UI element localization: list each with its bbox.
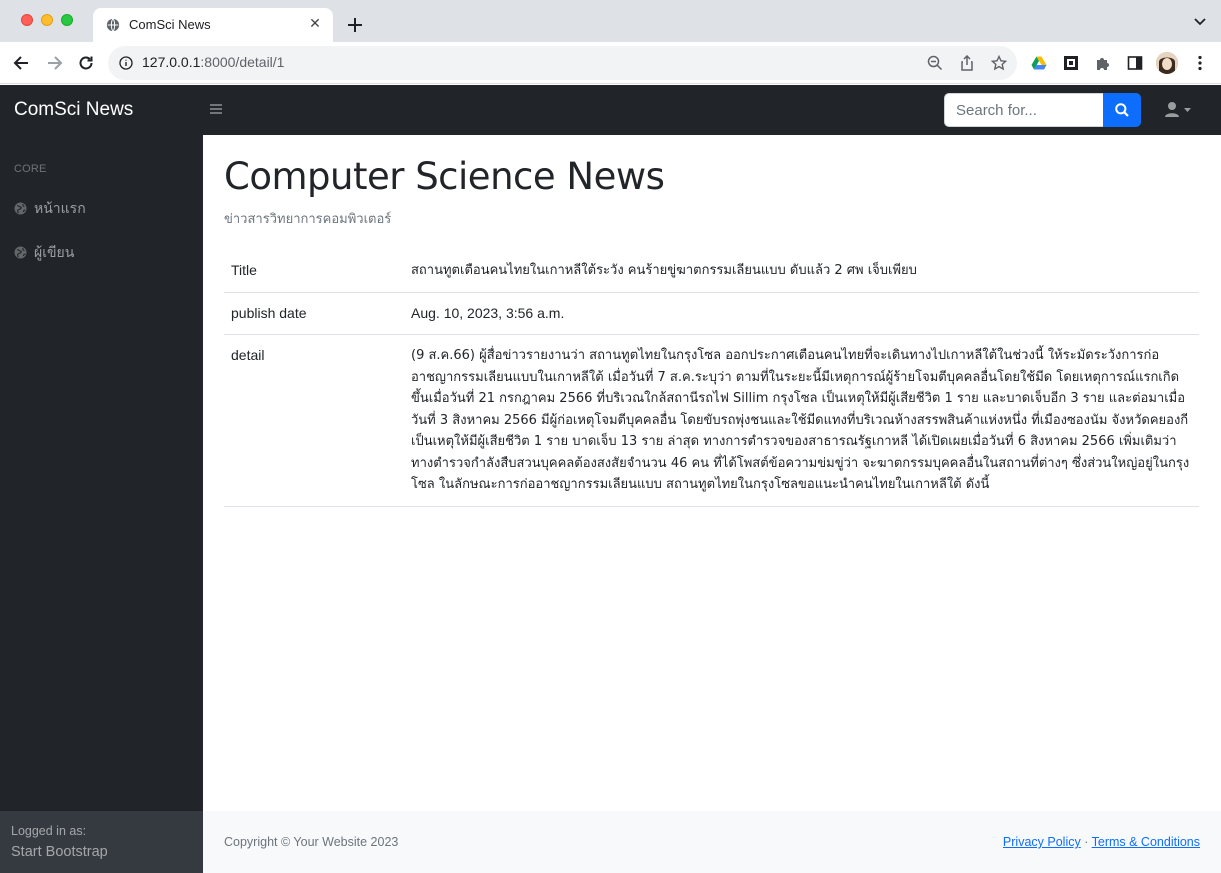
row-key: detail <box>224 334 404 507</box>
terms-link[interactable]: Terms & Conditions <box>1092 835 1200 849</box>
navbar-brand[interactable]: ComSci News <box>14 99 133 121</box>
browser-tab[interactable]: ComSci News ✕ <box>93 8 333 42</box>
sidebar-item-label: หน้าแรก <box>34 201 86 217</box>
star-icon[interactable] <box>991 55 1007 71</box>
page-title: Computer Science News <box>224 155 665 198</box>
user-dropdown-icon[interactable] <box>1163 101 1193 119</box>
footer-separator: · <box>1084 835 1089 849</box>
url-text[interactable]: 127.0.0.1:8000/detail/1 <box>142 54 284 70</box>
table-row: publish date Aug. 10, 2023, 3:56 a.m. <box>224 292 1199 335</box>
privacy-policy-link[interactable]: Privacy Policy <box>1003 835 1081 849</box>
globe-icon <box>14 202 27 215</box>
sidebar-item-label: ผู้เขียน <box>34 245 75 261</box>
tab-close-icon[interactable]: ✕ <box>307 16 323 32</box>
tab-title: ComSci News <box>129 17 211 32</box>
avatar-image-icon <box>1156 52 1178 74</box>
address-bar[interactable]: 127.0.0.1:8000/detail/1 <box>108 46 1017 80</box>
logged-in-label: Logged in as: <box>11 824 87 838</box>
search-icon <box>1115 103 1129 117</box>
window-close-button[interactable] <box>21 14 33 26</box>
detail-table: Title สถานทูตเตือนคนไทยในเกาหลีใต้ระวัง … <box>224 250 1199 507</box>
forward-arrow-icon[interactable] <box>44 53 64 73</box>
more-vert-icon[interactable] <box>1194 55 1206 71</box>
page-subtitle: ข่าวสารวิทยาการคอมพิวเตอร์ <box>224 212 392 227</box>
google-drive-icon[interactable] <box>1031 55 1047 71</box>
row-key: Title <box>224 250 404 293</box>
side-panel-icon[interactable] <box>1127 55 1143 71</box>
back-arrow-icon[interactable] <box>12 53 32 73</box>
sidebar-heading: Core <box>14 163 47 175</box>
info-icon[interactable] <box>119 56 133 70</box>
puzzle-icon[interactable] <box>1095 55 1111 71</box>
search-group <box>944 93 1141 127</box>
window-minimize-button[interactable] <box>41 14 53 26</box>
extension-square-icon[interactable] <box>1063 55 1079 71</box>
sidebar: Core หน้าแรก ผู้เขียน Logged in as: Star… <box>0 135 203 873</box>
window-maximize-button[interactable] <box>61 14 73 26</box>
browser-toolbar: 127.0.0.1:8000/detail/1 <box>0 42 1221 84</box>
copyright-text: Copyright © Your Website 2023 <box>224 835 399 849</box>
sidebar-toggle-icon[interactable] <box>209 102 223 116</box>
browser-tab-bar: ComSci News ✕ <box>0 0 1221 42</box>
logged-in-user: Start Bootstrap <box>11 844 108 860</box>
sidebar-item-authors[interactable]: ผู้เขียน <box>14 241 194 265</box>
row-value: Aug. 10, 2023, 3:56 a.m. <box>404 292 1199 335</box>
profile-avatar[interactable] <box>1156 52 1178 74</box>
row-key: publish date <box>224 292 404 335</box>
new-tab-icon[interactable] <box>344 14 366 36</box>
reload-icon[interactable] <box>76 53 96 73</box>
zoom-out-icon[interactable] <box>927 55 943 71</box>
page-footer: Copyright © Your Website 2023 Privacy Po… <box>203 811 1221 873</box>
sidebar-item-home[interactable]: หน้าแรก <box>14 197 194 221</box>
main-content: Computer Science News ข่าวสารวิทยาการคอม… <box>203 135 1221 811</box>
row-value: สถานทูตเตือนคนไทยในเกาหลีใต้ระวัง คนร้าย… <box>404 250 1199 293</box>
globe-icon <box>106 18 120 32</box>
chevron-down-icon[interactable] <box>1193 15 1207 29</box>
share-icon[interactable] <box>959 55 975 71</box>
footer-links: Privacy Policy · Terms & Conditions <box>1003 835 1200 849</box>
row-value: (9 ส.ค.66) ผู้สื่อข่าวรายงานว่า สถานทูตไ… <box>404 334 1199 507</box>
table-row: Title สถานทูตเตือนคนไทยในเกาหลีใต้ระวัง … <box>224 250 1199 293</box>
sidebar-footer: Logged in as: Start Bootstrap <box>0 811 203 873</box>
search-button[interactable] <box>1103 93 1141 127</box>
table-row: detail (9 ส.ค.66) ผู้สื่อข่าวรายงานว่า ส… <box>224 334 1199 507</box>
top-navbar: ComSci News <box>0 85 1221 135</box>
globe-icon <box>14 246 27 259</box>
search-input[interactable] <box>944 93 1104 127</box>
